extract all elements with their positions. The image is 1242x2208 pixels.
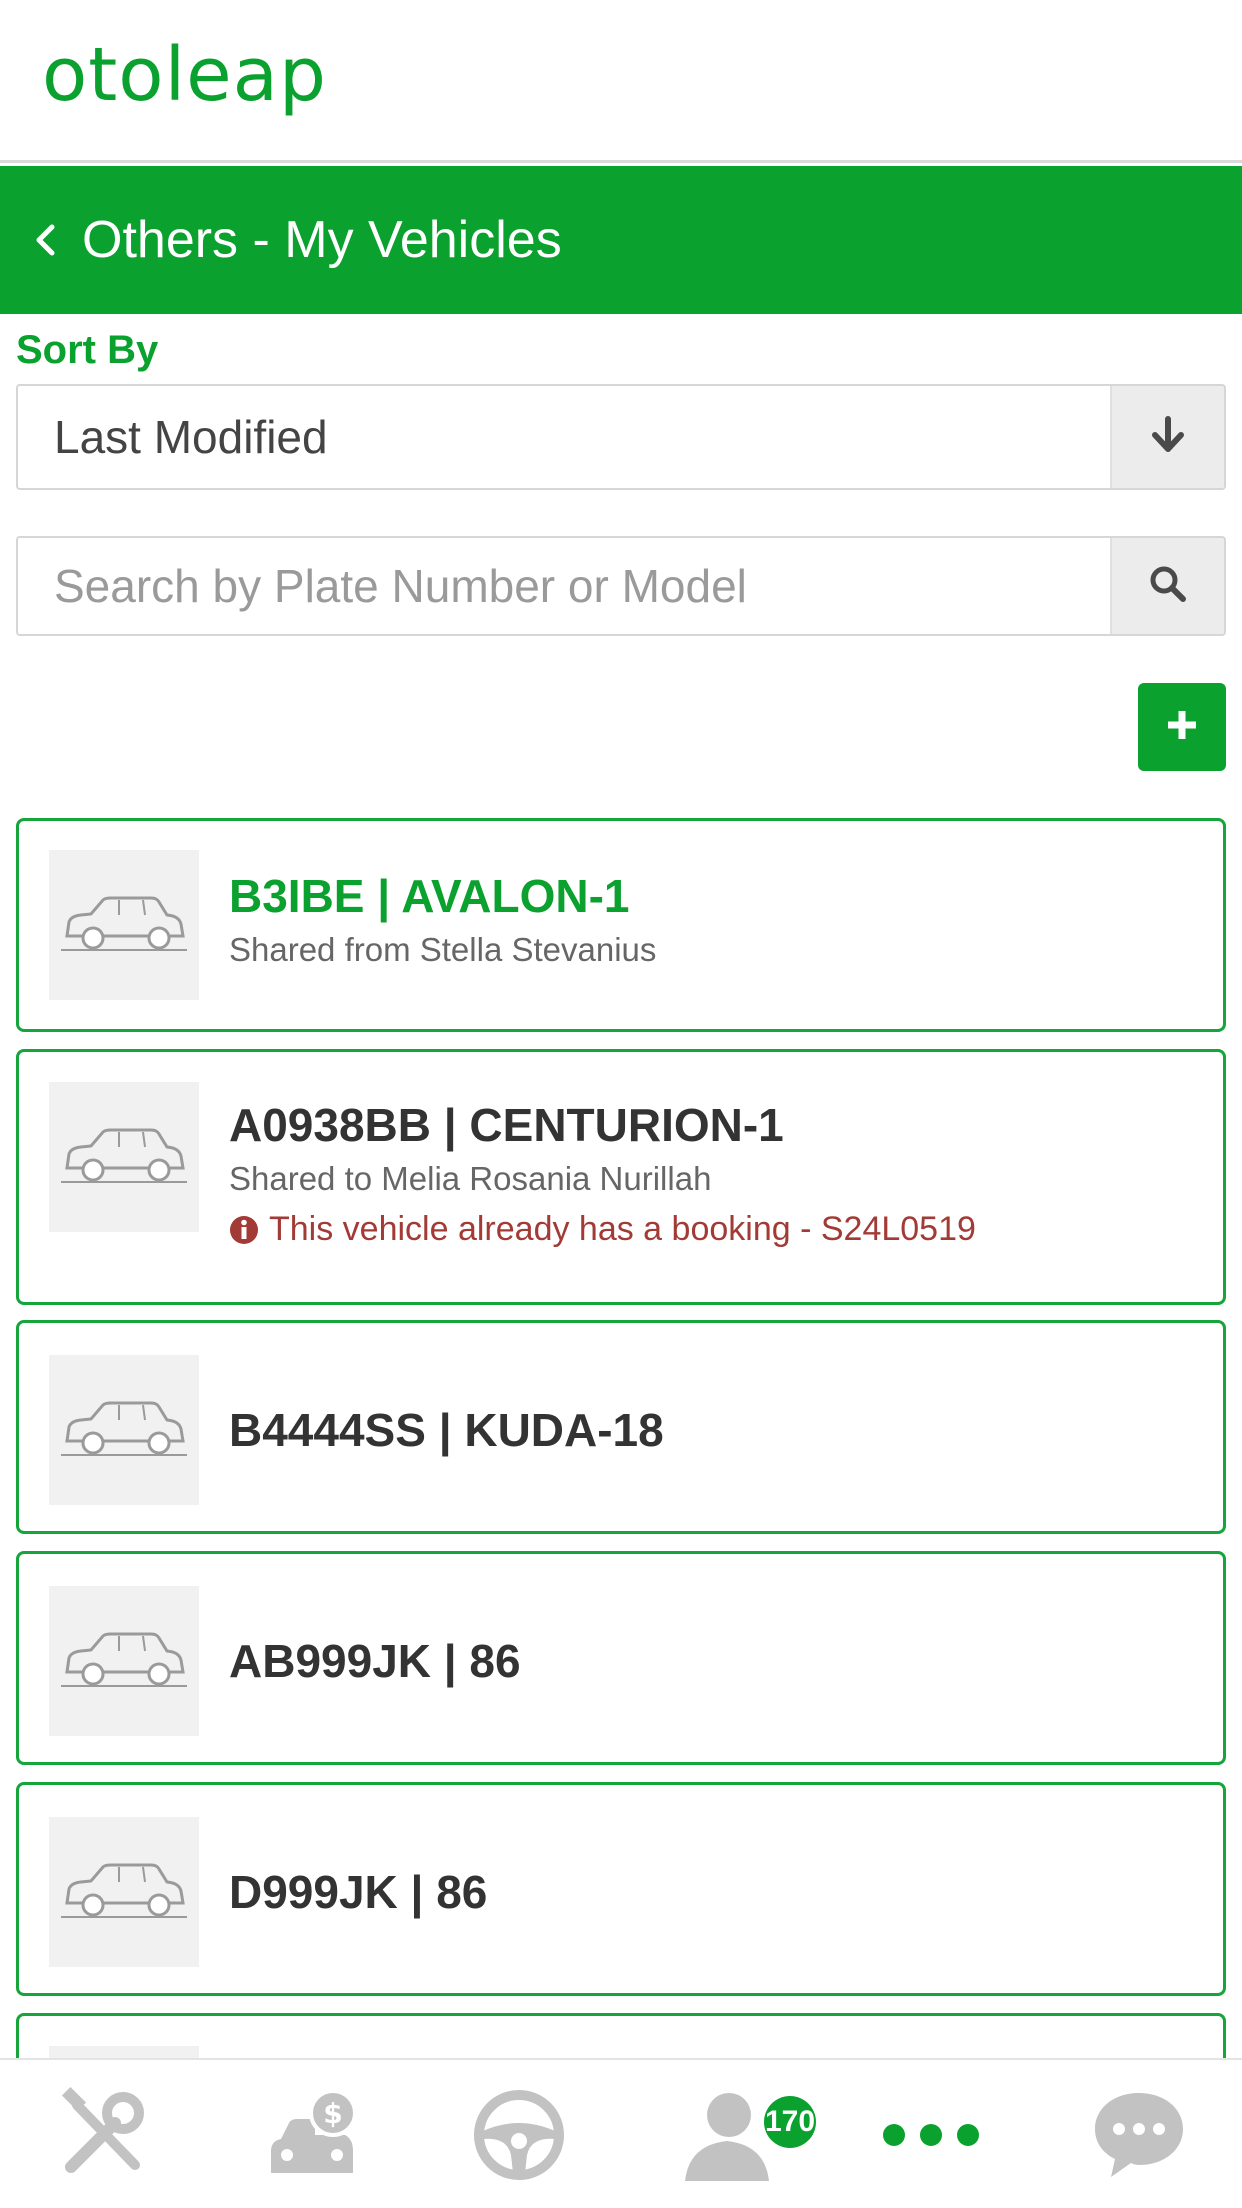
car-thumbnail xyxy=(49,1586,199,1736)
car-icon xyxy=(59,1393,189,1468)
search-box xyxy=(16,536,1226,636)
car-icon xyxy=(59,1855,189,1930)
vehicle-card[interactable]: B4444SS | KUDA-18 xyxy=(16,1320,1226,1534)
vehicle-info: B3IBE | AVALON-1 Shared from Stella Stev… xyxy=(229,869,1203,969)
app-header: otoleap xyxy=(0,0,1242,163)
car-finance-icon[interactable]: $ xyxy=(258,2080,368,2190)
car-icon xyxy=(59,1120,189,1195)
sort-by-label: Sort By xyxy=(16,328,159,372)
car-icon xyxy=(59,888,189,963)
sort-dropdown-button[interactable] xyxy=(1110,386,1224,488)
sort-selected-value: Last Modified xyxy=(54,411,328,463)
vehicle-plate: A0938BB | CENTURION-1 xyxy=(229,1099,784,1151)
vehicle-card[interactable]: D999JK | 86 xyxy=(16,1782,1226,1996)
vehicle-share-status: Shared to Melia Rosania Nurillah xyxy=(229,1160,712,1197)
vehicle-card[interactable]: AB999JK | 86 xyxy=(16,1551,1226,1765)
title-bar: Others - My Vehicles xyxy=(0,166,1242,314)
chevron-left-icon[interactable] xyxy=(28,223,62,257)
vehicle-plate: D999JK | 86 xyxy=(229,1866,488,1918)
vehicle-plate: B3IBE | AVALON-1 xyxy=(229,870,630,922)
search-button[interactable] xyxy=(1110,538,1224,634)
vehicle-card[interactable]: A0938BB | CENTURION-1 Shared to Melia Ro… xyxy=(16,1049,1226,1305)
vehicle-plate: AB999JK | 86 xyxy=(229,1635,521,1687)
car-thumbnail xyxy=(49,850,199,1000)
page-title: Others - My Vehicles xyxy=(82,211,562,269)
bottom-nav: $ xyxy=(0,2058,1242,2208)
steering-wheel-icon[interactable] xyxy=(464,2080,574,2190)
car-thumbnail xyxy=(49,1817,199,1967)
info-circle-icon xyxy=(229,1215,259,1245)
search-input[interactable] xyxy=(18,538,1110,634)
car-thumbnail xyxy=(49,1082,199,1232)
vehicle-info: A0938BB | CENTURION-1 Shared to Melia Ro… xyxy=(229,1098,1203,1249)
svg-text:$: $ xyxy=(323,2097,342,2130)
arrow-down-icon xyxy=(1150,415,1186,460)
search-icon xyxy=(1148,564,1188,609)
profile-icon[interactable] xyxy=(672,2080,782,2190)
booking-warning: This vehicle already has a booking - S24… xyxy=(229,1210,1203,1249)
vehicle-info: B4444SS | KUDA-18 xyxy=(229,1403,1203,1457)
vehicle-plate: B4444SS | KUDA-18 xyxy=(229,1404,664,1456)
booking-warning-text: This vehicle already has a booking - S24… xyxy=(269,1210,976,1248)
sort-select[interactable]: Last Modified xyxy=(16,384,1226,490)
tools-icon[interactable] xyxy=(48,2080,158,2190)
car-thumbnail xyxy=(49,1355,199,1505)
plus-icon xyxy=(1162,705,1202,750)
car-icon xyxy=(59,1624,189,1699)
vehicle-card[interactable]: B3IBE | AVALON-1 Shared from Stella Stev… xyxy=(16,818,1226,1032)
vehicle-info: D999JK | 86 xyxy=(229,1865,1203,1919)
chat-icon[interactable] xyxy=(1084,2080,1194,2190)
add-vehicle-button[interactable] xyxy=(1138,683,1226,771)
vehicle-info: AB999JK | 86 xyxy=(229,1634,1203,1688)
more-icon[interactable] xyxy=(876,2080,986,2190)
notification-badge: 170 xyxy=(764,2096,816,2148)
otoleap-logo: otoleap xyxy=(42,32,327,118)
vehicle-share-status: Shared from Stella Stevanius xyxy=(229,931,657,968)
